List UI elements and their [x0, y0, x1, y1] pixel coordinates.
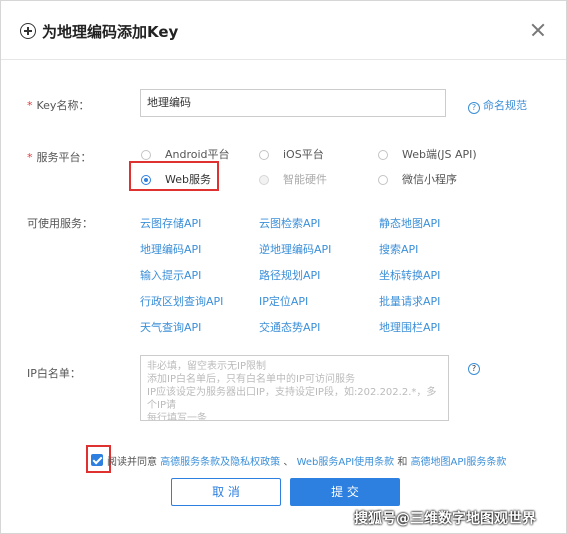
service-reverse-geocoding-api[interactable]: 逆地理编码API: [259, 241, 331, 257]
watermark: 搜狐号@三维数字地图观世界: [354, 511, 536, 527]
amap-api-terms-link[interactable]: 高德地图API服务条款: [411, 457, 507, 468]
radio-label: Android平台: [165, 148, 230, 161]
submit-button[interactable]: 提 交: [290, 478, 400, 506]
radio-circle: [141, 150, 151, 160]
agree-checkbox[interactable]: [91, 454, 103, 466]
agreement-prefix: 阅读并同意: [107, 457, 157, 468]
platform-label-text: 服务平台：: [36, 151, 92, 164]
service-cloud-search-api[interactable]: 云图检索API: [259, 215, 320, 231]
add-key-dialog: 为地理编码添加Key * Key名称： 地理编码 ? 命名规范 * 服务平台： And…: [0, 0, 567, 534]
terms-privacy-link[interactable]: 高德服务条款及隐私权政策: [160, 457, 280, 468]
plus-circle-icon: [20, 23, 36, 39]
service-batch-request-api[interactable]: 批量请求API: [379, 293, 440, 309]
key-name-input[interactable]: 地理编码: [140, 89, 446, 117]
radio-web-js-api[interactable]: Web端(JS API): [378, 146, 477, 162]
radio-circle: [378, 150, 388, 160]
radio-label: 微信小程序: [402, 173, 457, 186]
question-icon: ?: [468, 363, 480, 375]
service-district-query-api[interactable]: 行政区划查询API: [140, 293, 223, 309]
radio-label: 智能硬件: [283, 173, 327, 186]
radio-web-service[interactable]: Web服务: [141, 171, 211, 187]
service-weather-api[interactable]: 天气查询API: [140, 319, 201, 335]
separator: 、: [283, 457, 294, 468]
service-geofence-api[interactable]: 地理围栏API: [379, 319, 440, 335]
cancel-button[interactable]: 取 消: [171, 478, 281, 506]
service-input-tips-api[interactable]: 输入提示API: [140, 267, 201, 283]
key-name-label-text: Key名称：: [36, 99, 90, 112]
service-ip-location-api[interactable]: IP定位API: [259, 293, 308, 309]
ip-whitelist-label: IP白名单：: [27, 367, 81, 380]
radio-circle: [378, 175, 388, 185]
key-name-label: * Key名称：: [27, 97, 89, 113]
required-mark: *: [27, 99, 33, 112]
agreement-text: 阅读并同意 高德服务条款及隐私权政策 、 Web服务API使用条款 和 高德地图…: [107, 453, 506, 468]
dialog-title: 为地理编码添加Key: [42, 23, 179, 41]
service-static-map-api[interactable]: 静态地图API: [379, 215, 440, 231]
radio-label: iOS平台: [283, 148, 324, 161]
platform-label: * 服务平台：: [27, 149, 92, 165]
service-traffic-api[interactable]: 交通态势API: [259, 319, 320, 335]
service-geocoding-api[interactable]: 地理编码API: [140, 241, 201, 257]
service-search-api[interactable]: 搜索API: [379, 241, 418, 257]
radio-android[interactable]: Android平台: [141, 146, 230, 162]
web-service-api-terms-link[interactable]: Web服务API使用条款: [297, 457, 395, 468]
question-icon: ?: [468, 102, 480, 114]
radio-circle-disabled: [259, 175, 269, 185]
naming-rules-link[interactable]: ? 命名规范: [468, 97, 527, 114]
radio-circle: [259, 150, 269, 160]
service-route-planning-api[interactable]: 路径规划API: [259, 267, 320, 283]
naming-rules-label: 命名规范: [483, 99, 527, 112]
radio-label: Web服务: [165, 173, 211, 186]
radio-circle-selected: [141, 175, 151, 185]
radio-label: Web端(JS API): [402, 148, 477, 161]
ip-help-button[interactable]: ?: [468, 359, 483, 375]
close-icon[interactable]: [529, 21, 547, 39]
service-cloud-storage-api[interactable]: 云图存储API: [140, 215, 201, 231]
ip-whitelist-textarea[interactable]: 非必填，留空表示无IP限制 添加IP白名单后，只有白名单中的IP可访问服务 IP…: [140, 355, 449, 421]
radio-smart-hardware: 智能硬件: [259, 171, 327, 187]
required-mark: *: [27, 151, 33, 164]
radio-wechat-mini-program[interactable]: 微信小程序: [378, 171, 457, 187]
service-coordinate-convert-api[interactable]: 坐标转换API: [379, 267, 440, 283]
separator: 和: [397, 457, 408, 468]
services-label: 可使用服务：: [27, 217, 93, 230]
radio-ios[interactable]: iOS平台: [259, 146, 324, 162]
dialog-header: 为地理编码添加Key: [1, 1, 566, 60]
